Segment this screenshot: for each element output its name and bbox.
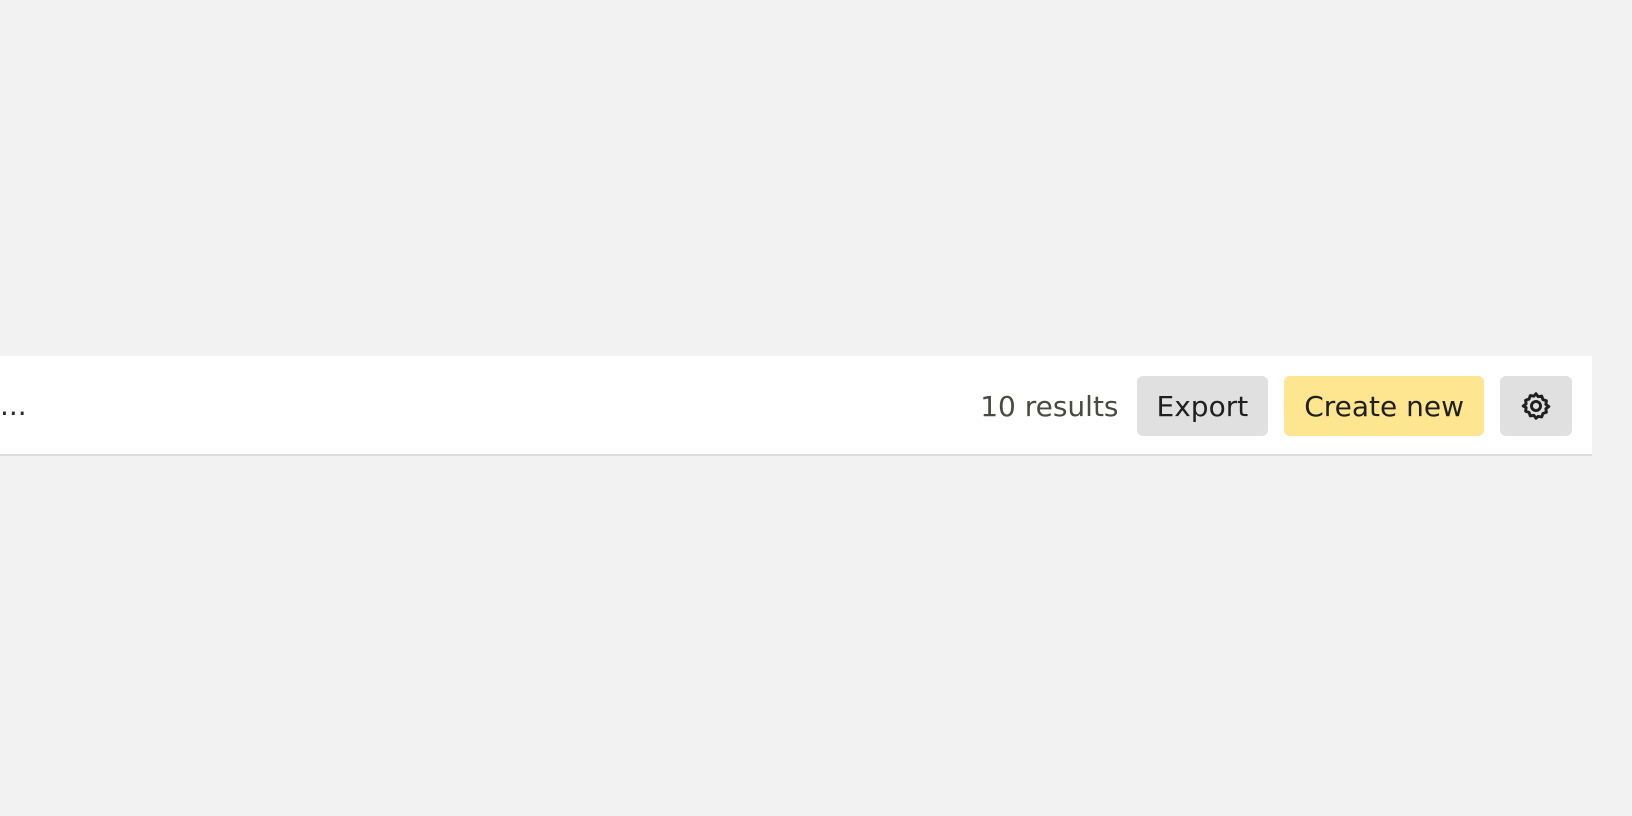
toolbar-actions: 10 results Export Create new <box>980 376 1572 436</box>
export-button[interactable]: Export <box>1136 376 1269 436</box>
truncated-text: ... <box>0 389 27 422</box>
result-count: 10 results <box>980 389 1119 423</box>
results-toolbar: ... 10 results Export Create new <box>0 356 1592 456</box>
create-new-button[interactable]: Create new <box>1284 376 1484 436</box>
settings-button[interactable] <box>1500 376 1572 436</box>
gear-icon <box>1520 390 1552 422</box>
